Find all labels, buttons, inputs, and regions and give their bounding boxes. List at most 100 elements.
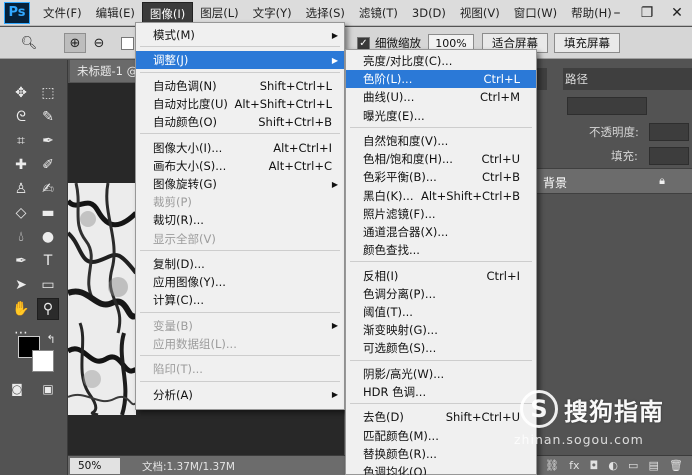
crop-tool-icon[interactable]: ⌗	[10, 130, 32, 152]
new-layer-icon[interactable]: ▤	[649, 459, 659, 472]
lasso-tool-icon[interactable]: ᘓ	[10, 106, 32, 128]
menu-item-label: 可选颜色(S)...	[363, 341, 437, 356]
adjust-menu-item-15[interactable]: 阈值(T)...	[346, 303, 536, 321]
zoom-tool-icon[interactable]: ⚲	[37, 298, 59, 320]
adjust-menu-item-11[interactable]: 颜色查找...	[346, 241, 536, 259]
close-button[interactable]: ✕	[662, 0, 692, 26]
image-menu-item-16[interactable]: 应用图像(Y)...	[136, 273, 344, 291]
screen-mode-icon[interactable]: ▣	[37, 378, 59, 400]
menu-item-label: 颜色查找...	[363, 243, 420, 258]
group-icon[interactable]: ▭	[628, 459, 638, 472]
document-tab[interactable]: 未标题-1 @	[70, 60, 136, 82]
gradient-tool-icon[interactable]: ▬	[37, 202, 59, 224]
zoom-level-field[interactable]: 50%	[70, 458, 120, 474]
menubar-item-1[interactable]: 编辑(E)	[89, 2, 142, 24]
image-menu-item-5[interactable]: 自动对比度(U) Alt+Shift+Ctrl+L	[136, 95, 344, 113]
marquee-tool-icon[interactable]: ⬚	[37, 82, 59, 104]
menubar-item-4[interactable]: 文字(Y)	[246, 2, 299, 24]
adjust-menu-item-25[interactable]: 色调均化(Q)	[346, 463, 536, 475]
fill-field[interactable]	[649, 147, 689, 165]
adjust-menu-item-6[interactable]: 色相/饱和度(H)... Ctrl+U	[346, 150, 536, 168]
image-menu-item-4[interactable]: 自动色调(N) Shift+Ctrl+L	[136, 77, 344, 95]
type-tool-icon[interactable]: T	[37, 250, 59, 272]
image-menu-item-9[interactable]: 画布大小(S)... Alt+Ctrl+C	[136, 157, 344, 175]
adjust-menu-item-7[interactable]: 色彩平衡(B)... Ctrl+B	[346, 168, 536, 186]
mask-icon[interactable]: ◘	[590, 459, 599, 472]
menubar-item-3[interactable]: 图层(L)	[193, 2, 245, 24]
healing-brush-tool-icon[interactable]: ✚	[10, 154, 32, 176]
tab-paths[interactable]: 路径	[557, 68, 596, 90]
clone-stamp-tool-icon[interactable]: ♙	[10, 178, 32, 200]
image-menu-item-11: 裁剪(P)	[136, 193, 344, 211]
image-menu-item-24[interactable]: 分析(A) ▶	[136, 386, 344, 404]
sogou-watermark: S 搜狗指南 zhinan.sogou.com	[506, 388, 692, 454]
adjust-menu-item-0[interactable]: 亮度/对比度(C)...	[346, 52, 536, 70]
adjust-menu-item-13[interactable]: 反相(I) Ctrl+I	[346, 267, 536, 285]
fx-icon[interactable]: fx	[569, 459, 579, 472]
adjust-menu-item-2[interactable]: 曲线(U)... Ctrl+M	[346, 88, 536, 106]
image-menu-item-17[interactable]: 计算(C)...	[136, 291, 344, 309]
zoom-out-icon[interactable]: ⊖	[88, 33, 110, 53]
zoom-tool-icon[interactable]: 🔍︎	[18, 33, 40, 53]
brush-tool-icon[interactable]: ✐	[37, 154, 59, 176]
layer-filter-field[interactable]	[567, 97, 647, 115]
delete-layer-icon[interactable]: 🗑︎	[669, 459, 683, 472]
blur-tool-icon[interactable]: 💧︎	[10, 226, 32, 248]
image-menu-item-0[interactable]: 模式(M) ▶	[136, 26, 344, 44]
eraser-tool-icon[interactable]: ◇	[10, 202, 32, 224]
adjust-menu-item-14[interactable]: 色调分离(P)...	[346, 285, 536, 303]
opacity-row: 不透明度:	[537, 120, 692, 144]
menubar-item-5[interactable]: 选择(S)	[299, 2, 352, 24]
adjust-menu-item-9[interactable]: 照片滤镜(F)...	[346, 205, 536, 223]
menubar-item-0[interactable]: 文件(F)	[36, 2, 89, 24]
menu-item-label: 自动对比度(U)	[153, 97, 228, 111]
adjust-menu-item-8[interactable]: 黑白(K)... Alt+Shift+Ctrl+B	[346, 187, 536, 205]
link-layers-icon[interactable]: ⛓	[545, 459, 559, 472]
menu-item-label: HDR 色调...	[363, 385, 427, 399]
menu-item-label: 色阶(L)...	[363, 72, 413, 87]
fill-screen-button[interactable]: 填充屏幕	[554, 33, 620, 53]
adjust-menu-item-16[interactable]: 渐变映射(G)...	[346, 321, 536, 339]
swap-colors-icon[interactable]: ↰	[40, 328, 62, 350]
resize-windows-checkbox[interactable]	[121, 37, 134, 50]
zoom-in-icon[interactable]: ⊕	[64, 33, 86, 53]
image-menu-item-2[interactable]: 调整(J) ▶	[136, 51, 344, 70]
menubar-item-8[interactable]: 视图(V)	[453, 2, 507, 24]
adjust-menu-item-5[interactable]: 自然饱和度(V)...	[346, 132, 536, 150]
rectangle-tool-icon[interactable]: ▭	[37, 274, 59, 296]
quick-mask-icon[interactable]: ◙	[6, 378, 28, 400]
image-menu-item-8[interactable]: 图像大小(I)... Alt+Ctrl+I	[136, 139, 344, 157]
image-menu-item-10[interactable]: 图像旋转(G) ▶	[136, 175, 344, 193]
background-color-swatch[interactable]	[32, 350, 54, 372]
adjust-menu-item-17[interactable]: 可选颜色(S)...	[346, 339, 536, 357]
pen-tool-icon[interactable]: ✒	[10, 250, 32, 272]
menubar-item-2[interactable]: 图像(I)	[141, 1, 194, 24]
dodge-tool-icon[interactable]: ●	[37, 226, 59, 248]
lock-icon: 🔒︎	[659, 174, 665, 187]
maximize-button[interactable]: ❐	[632, 0, 662, 26]
menubar-item-9[interactable]: 窗口(W)	[507, 2, 564, 24]
history-brush-tool-icon[interactable]: ✍	[37, 178, 59, 200]
menubar-item-6[interactable]: 滤镜(T)	[352, 2, 405, 24]
eyedropper-tool-icon[interactable]: ✒	[37, 130, 59, 152]
document-size-info[interactable]: 文档:1.37M/1.37M	[142, 459, 235, 474]
menu-item-label: 陷印(T)...	[153, 362, 203, 377]
quick-select-tool-icon[interactable]: ✎	[37, 106, 59, 128]
adjust-menu-item-10[interactable]: 通道混合器(X)...	[346, 223, 536, 241]
adjust-menu-item-1[interactable]: 色阶(L)... Ctrl+L	[346, 70, 536, 89]
adjust-menu-item-19[interactable]: 阴影/高光(W)...	[346, 365, 536, 383]
minimize-button[interactable]: –	[602, 0, 632, 26]
adjust-menu-item-3[interactable]: 曝光度(E)...	[346, 107, 536, 125]
adjustment-layer-icon[interactable]: ◐	[608, 459, 618, 472]
opacity-field[interactable]	[649, 123, 689, 141]
move-tool-icon[interactable]: ✥	[10, 82, 32, 104]
layer-row-background[interactable]: 背景 🔒︎	[537, 168, 692, 194]
path-selection-tool-icon[interactable]: ➤	[10, 274, 32, 296]
menubar-item-7[interactable]: 3D(D)	[405, 2, 453, 24]
image-menu-item-6[interactable]: 自动颜色(O) Shift+Ctrl+B	[136, 113, 344, 131]
menu-item-shortcut: Alt+Shift+Ctrl+L	[234, 97, 333, 111]
hand-tool-icon[interactable]: ✋	[10, 298, 32, 320]
menu-item-label: 自动色调(N)	[153, 78, 217, 93]
image-menu-item-15[interactable]: 复制(D)...	[136, 255, 344, 273]
image-menu-item-12[interactable]: 裁切(R)...	[136, 211, 344, 229]
